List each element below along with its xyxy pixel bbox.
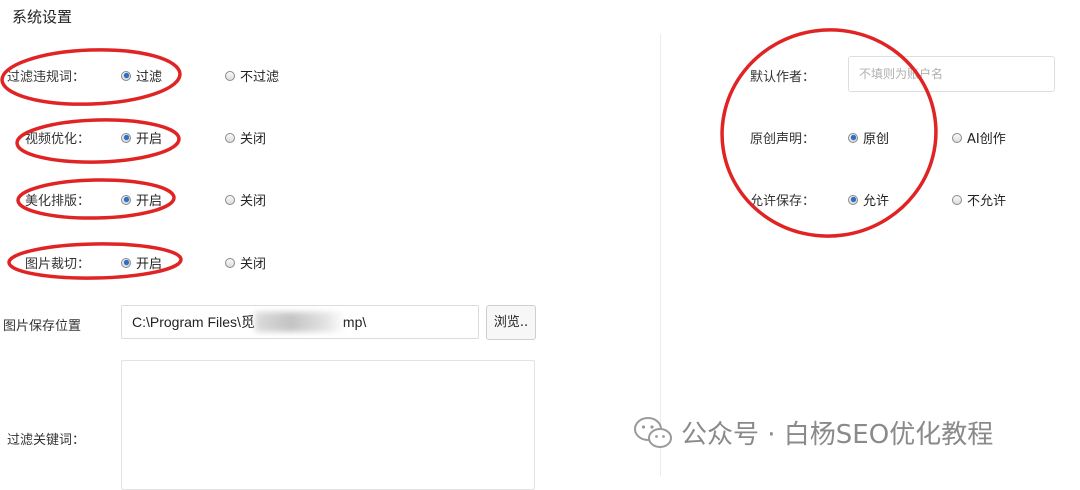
- filter-words-label: 过滤违规词：: [7, 70, 86, 85]
- radio-label: 不过滤: [240, 70, 280, 85]
- radio-label: 过滤: [136, 70, 163, 85]
- radio-allow-save[interactable]: 允许: [848, 190, 889, 209]
- radio-label: AI创作: [967, 132, 1006, 147]
- column-divider: [660, 34, 661, 476]
- radio-filter-words-on[interactable]: 过滤: [121, 66, 162, 85]
- radio-label: 开启: [136, 132, 163, 147]
- wechat-icon: [634, 416, 672, 448]
- filter-keywords-label: 过滤关键词：: [7, 433, 86, 448]
- radio-selected-icon[interactable]: [848, 194, 858, 205]
- radio-label: 不允许: [967, 194, 1007, 209]
- radio-label: 原创: [863, 132, 890, 147]
- radio-selected-icon[interactable]: [848, 132, 858, 143]
- radio-selected-icon[interactable]: [121, 70, 131, 81]
- radio-video-optimize-off[interactable]: 关闭: [225, 128, 266, 147]
- image-crop-label: 图片裁切：: [25, 257, 91, 272]
- radio-selected-icon[interactable]: [121, 132, 131, 143]
- allow-save-label: 允许保存：: [750, 194, 816, 209]
- window-title: 系统设置: [12, 8, 73, 26]
- radio-original[interactable]: 原创: [848, 128, 889, 147]
- redaction-blur: [255, 312, 345, 332]
- radio-beautify-off[interactable]: 关闭: [225, 190, 266, 209]
- radio-video-optimize-on[interactable]: 开启: [121, 128, 162, 147]
- default-author-input[interactable]: 不填则为账户名: [848, 56, 1055, 92]
- radio-unselected-icon[interactable]: [225, 257, 235, 268]
- radio-disallow-save[interactable]: 不允许: [952, 190, 1006, 209]
- radio-unselected-icon[interactable]: [225, 70, 235, 81]
- radio-selected-icon[interactable]: [121, 257, 131, 268]
- radio-label: 关闭: [240, 194, 267, 209]
- radio-unselected-icon[interactable]: [952, 194, 962, 205]
- path-value-end: mp\: [342, 314, 367, 330]
- radio-filter-words-off[interactable]: 不过滤: [225, 66, 279, 85]
- radio-selected-icon[interactable]: [121, 194, 131, 205]
- watermark-text: 公众号 · 白杨SEO优化教程: [681, 420, 994, 450]
- radio-ai-created[interactable]: AI创作: [952, 128, 1006, 147]
- radio-label: 关闭: [240, 257, 267, 272]
- path-value-start: C:\Program Files\觅: [132, 314, 255, 330]
- radio-label: 开启: [136, 257, 163, 272]
- radio-image-crop-on[interactable]: 开启: [121, 253, 162, 272]
- beautify-layout-label: 美化排版：: [25, 194, 91, 209]
- radio-unselected-icon[interactable]: [225, 132, 235, 143]
- image-save-path-label: 图片保存位置: [3, 319, 82, 334]
- annotation-circle: [720, 28, 938, 238]
- original-declaration-label: 原创声明：: [750, 132, 816, 147]
- radio-label: 开启: [136, 194, 163, 209]
- radio-beautify-on[interactable]: 开启: [121, 190, 162, 209]
- default-author-label: 默认作者：: [750, 70, 816, 85]
- radio-image-crop-off[interactable]: 关闭: [225, 253, 266, 272]
- watermark: 公众号 · 白杨SEO优化教程: [633, 414, 993, 451]
- browse-button[interactable]: 浏览..: [486, 305, 536, 340]
- radio-unselected-icon[interactable]: [952, 132, 962, 143]
- radio-label: 允许: [863, 194, 890, 209]
- radio-label: 关闭: [240, 132, 267, 147]
- filter-keywords-textarea[interactable]: [121, 360, 535, 490]
- video-optimize-label: 视频优化：: [25, 132, 91, 147]
- radio-unselected-icon[interactable]: [225, 194, 235, 205]
